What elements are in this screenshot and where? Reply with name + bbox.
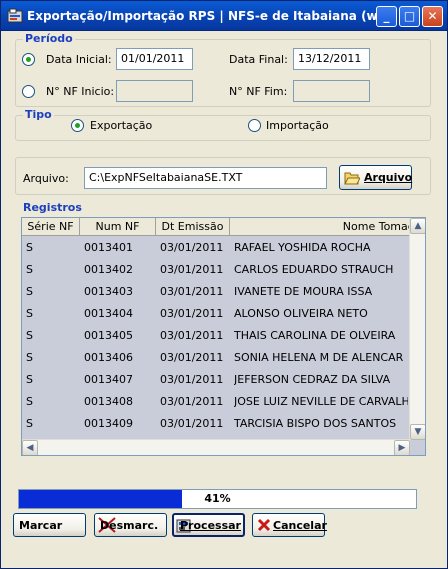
table-cell: 0013404 [84,307,133,320]
table-cell: 03/01/2011 [160,373,224,386]
folder-open-icon [344,172,360,185]
cancel-icon [257,518,271,532]
table-cell: JOSE LUIZ NEVILLE DE CARVALHO [234,395,408,408]
table-cell: 0013405 [84,329,133,342]
table-cell: 0013402 [84,263,133,276]
table-cell: IVANETE DE MOURA ISSA [234,285,373,298]
window-title: Exportação/Importação RPS | NFS-e de Ita… [27,9,391,23]
radio-exportacao[interactable] [71,119,84,132]
table-cell: 03/01/2011 [160,395,224,408]
scroll-right-icon[interactable]: ▶ [394,440,410,455]
table-cell: 03/01/2011 [160,307,224,320]
arquivo-button-label: Arquivo [364,171,413,184]
table-row[interactable]: S 0013404 03/01/2011 ALONSO OLIVEIRA NETO [22,303,410,325]
marcar-button-label: Marcar [19,519,63,532]
table-row[interactable]: S 0013401 03/01/2011 RAFAEL YOSHIDA ROCHA [22,237,410,259]
maximize-button[interactable]: □ [399,6,420,27]
periodo-label: Período [23,32,75,45]
table-row[interactable]: S 0013409 03/01/2011 TARCISIA BISPO DOS SAN… [22,413,410,435]
scroll-down-icon[interactable]: ▼ [410,424,425,440]
horizontal-scrollbar[interactable]: ◀ ▶ [22,439,410,455]
table-cell: S [26,417,33,430]
table-cell: RAFAEL YOSHIDA ROCHA [234,241,371,254]
table-cell: 03/01/2011 [160,351,224,364]
table-cell: S [26,307,33,320]
radio-data-inicial[interactable] [22,53,35,66]
progress-bar: 41% [18,489,417,509]
table-cell: 03/01/2011 [160,329,224,342]
table-row[interactable]: S 0013405 03/01/2011 THAIS CAROLINA DE OLVE… [22,325,410,347]
table-cell: TARCISIA BISPO DOS SANTOS [234,417,397,430]
vertical-scrollbar[interactable]: ▲ ▼ [409,218,425,440]
table-row[interactable]: S 0013406 03/01/2011 SONIA HELENA M DE ALEN… [22,347,410,369]
arquivo-path-field[interactable]: C:\ExpNFSeItabaianaSE.TXT [84,167,327,189]
radio-nf-inicio[interactable] [22,85,35,98]
table-cell: S [26,241,33,254]
table-cell: 03/01/2011 [160,417,224,430]
data-final-label: Data Final: [229,53,288,66]
minimize-button[interactable]: _ [376,6,397,27]
data-inicial-field[interactable]: 01/01/2011 [116,48,193,70]
table-row[interactable]: S 0013408 03/01/2011 JOSE LUIZ NEVILLE DE C… [22,391,410,413]
importacao-label: Importação [266,119,329,132]
table-cell: 03/01/2011 [160,263,224,276]
table-cell: S [26,285,33,298]
cancelar-button[interactable]: Cancelar [252,513,327,537]
nf-inicio-label: N° NF Inicio: [46,85,115,98]
data-inicial-label: Data Inicial: [46,53,112,66]
title-bar[interactable]: Exportação/Importação RPS | NFS-e de Ita… [1,1,447,31]
scroll-up-icon[interactable]: ▲ [410,218,425,234]
col-dt-emissao[interactable]: Dt Emissão [156,218,230,236]
col-serie-nf[interactable]: Série NF [22,218,80,236]
main-window: Exportação/Importação RPS | NFS-e de Ita… [0,0,448,569]
table-cell: S [26,263,33,276]
exportacao-label: Exportação [90,119,153,132]
table-cell: S [26,395,33,408]
cancelar-button-label: Cancelar [273,519,327,532]
table-cell: 03/01/2011 [160,285,224,298]
marcar-button[interactable]: Marcar [13,513,86,537]
processar-button[interactable]: Processar [172,513,245,537]
grid-header: Série NF Num NF Dt Emissão Nome Tomador [22,218,425,236]
table-cell: 0013406 [84,351,133,364]
table-cell: JEFERSON CEDRAZ DA SILVA [234,373,391,386]
arquivo-label: Arquivo: [23,172,69,185]
nf-fim-field[interactable] [293,80,370,102]
col-nome-tomador[interactable]: Nome Tomador [230,218,425,236]
table-cell: S [26,373,33,386]
nf-fim-label: N° NF Fim: [229,85,288,98]
registros-label: Registros [23,201,82,214]
table-cell: 03/01/2011 [160,241,224,254]
table-cell: 0013403 [84,285,133,298]
table-cell: S [26,351,33,364]
close-button[interactable]: ✕ [422,6,443,27]
table-cell: SONIA HELENA M DE ALENCAR [234,351,404,364]
table-cell: 0013407 [84,373,133,386]
desmarcar-button[interactable]: Desmarc. [94,513,167,537]
table-cell: ALONSO OLIVEIRA NETO [234,307,368,320]
processar-button-label: Processar [180,519,241,532]
table-cell: CARLOS EDUARDO STRAUCH [234,263,394,276]
table-cell: S [26,329,33,342]
table-row[interactable]: S 0013403 03/01/2011 IVANETE DE MOURA ISSA [22,281,410,303]
app-icon [7,8,23,23]
table-row[interactable]: S 0013407 03/01/2011 JEFERSON CEDRAZ DA SIL… [22,369,410,391]
nf-inicio-field[interactable] [116,80,193,102]
table-row[interactable]: S 0013402 03/01/2011 CARLOS EDUARDO STRAUCH [22,259,410,281]
table-cell: 0013408 [84,395,133,408]
table-cell: 0013401 [84,241,133,254]
table-cell: 0013409 [84,417,133,430]
arquivo-button[interactable]: Arquivo [339,165,412,190]
tipo-label: Tipo [23,108,54,121]
col-num-nf[interactable]: Num NF [80,218,156,236]
radio-importacao[interactable] [248,119,261,132]
table-cell: THAIS CAROLINA DE OLVEIRA [234,329,396,342]
desmarcar-button-label: Desmarc. [100,519,159,532]
scroll-left-icon[interactable]: ◀ [22,440,38,455]
registros-grid[interactable]: Série NF Num NF Dt Emissão Nome Tomador … [21,217,426,456]
data-final-field[interactable]: 13/12/2011 [293,48,370,70]
progress-label: 41% [204,492,231,505]
